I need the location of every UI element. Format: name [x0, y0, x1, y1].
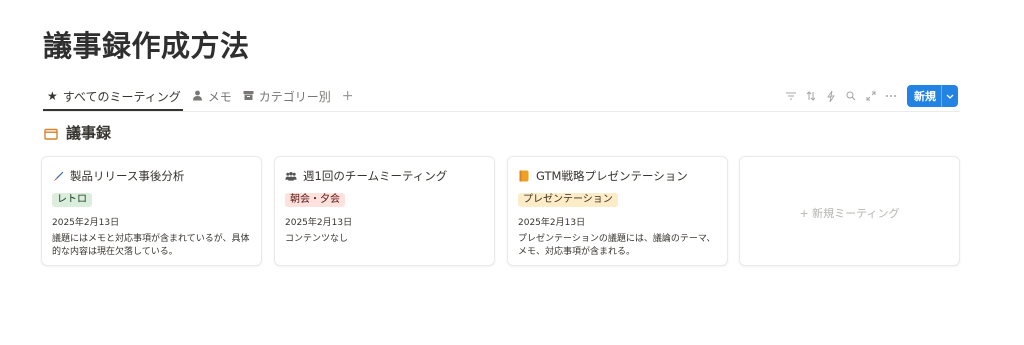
card-title: GTM戦略プレゼンテーション: [536, 169, 688, 183]
category-tag: 朝会・夕会: [285, 193, 345, 207]
tabs-divider: [43, 111, 960, 112]
card-title: 製品リリース事後分析: [70, 169, 185, 183]
add-view-button[interactable]: +: [338, 88, 358, 104]
new-button-label: 新規: [914, 90, 936, 103]
sort-icon[interactable]: [801, 86, 821, 106]
tab-by-category[interactable]: カテゴリー別: [239, 86, 338, 106]
person-icon: [192, 90, 203, 103]
notebook-icon: [518, 170, 530, 182]
meeting-card[interactable]: 製品リリース事後分析 レトロ 2025年2月13日 議題にはメモと対応事項が含ま…: [41, 156, 262, 266]
card-summary: 議題にはメモと対応事項が含まれているが、具体的な内容は現在欠落している。: [52, 234, 250, 257]
search-icon[interactable]: [841, 86, 861, 106]
tab-label: カテゴリー別: [258, 89, 331, 104]
archive-icon: [243, 90, 254, 103]
category-tag: レトロ: [52, 193, 92, 207]
filter-icon[interactable]: [781, 86, 801, 106]
view-tabs: ★ すべてのミーティング メモ カテゴリー別 +: [43, 86, 358, 106]
more-icon[interactable]: [881, 86, 901, 106]
card-date: 2025年2月13日: [518, 218, 586, 228]
card-title: 週1回のチームミーティング: [303, 169, 448, 183]
tab-memo[interactable]: メモ: [188, 86, 239, 106]
section-title: 議事録: [66, 124, 112, 142]
meeting-card[interactable]: 週1回のチームミーティング 朝会・夕会 2025年2月13日 コンテンツなし: [274, 156, 495, 266]
new-button[interactable]: 新規: [907, 85, 958, 107]
automation-icon[interactable]: [821, 86, 841, 106]
card-header: 週1回のチームミーティング: [285, 168, 447, 184]
card-header: 製品リリース事後分析: [52, 168, 184, 184]
meeting-card[interactable]: GTM戦略プレゼンテーション プレゼンテーション 2025年2月13日 プレゼン…: [507, 156, 728, 266]
card-header: GTM戦略プレゼンテーション: [518, 168, 688, 184]
page-title: 議事録作成方法: [43, 29, 250, 63]
folder-icon: [44, 126, 58, 140]
card-summary: プレゼンテーションの議題には、議論のテーマ、メモ、対応事項が含まれる。: [518, 234, 716, 257]
pencil-icon: [52, 170, 64, 182]
card-date: 2025年2月13日: [285, 218, 353, 228]
chevron-down-icon[interactable]: [942, 85, 958, 107]
expand-icon[interactable]: [861, 86, 881, 106]
tab-label: メモ: [207, 89, 232, 104]
tab-all-meetings[interactable]: ★ すべてのミーティング: [43, 86, 188, 106]
star-icon: ★: [47, 89, 58, 103]
tab-label: すべてのミーティング: [62, 89, 181, 104]
new-meeting-card[interactable]: + 新規ミーティング: [739, 156, 960, 266]
people-icon: [285, 170, 297, 182]
view-toolbar: 新規: [781, 85, 958, 107]
section-header[interactable]: 議事録: [44, 122, 111, 143]
new-meeting-label: + 新規ミーティング: [799, 207, 900, 220]
category-tag: プレゼンテーション: [518, 193, 618, 207]
card-date: 2025年2月13日: [52, 218, 120, 228]
card-summary: コンテンツなし: [285, 234, 349, 244]
